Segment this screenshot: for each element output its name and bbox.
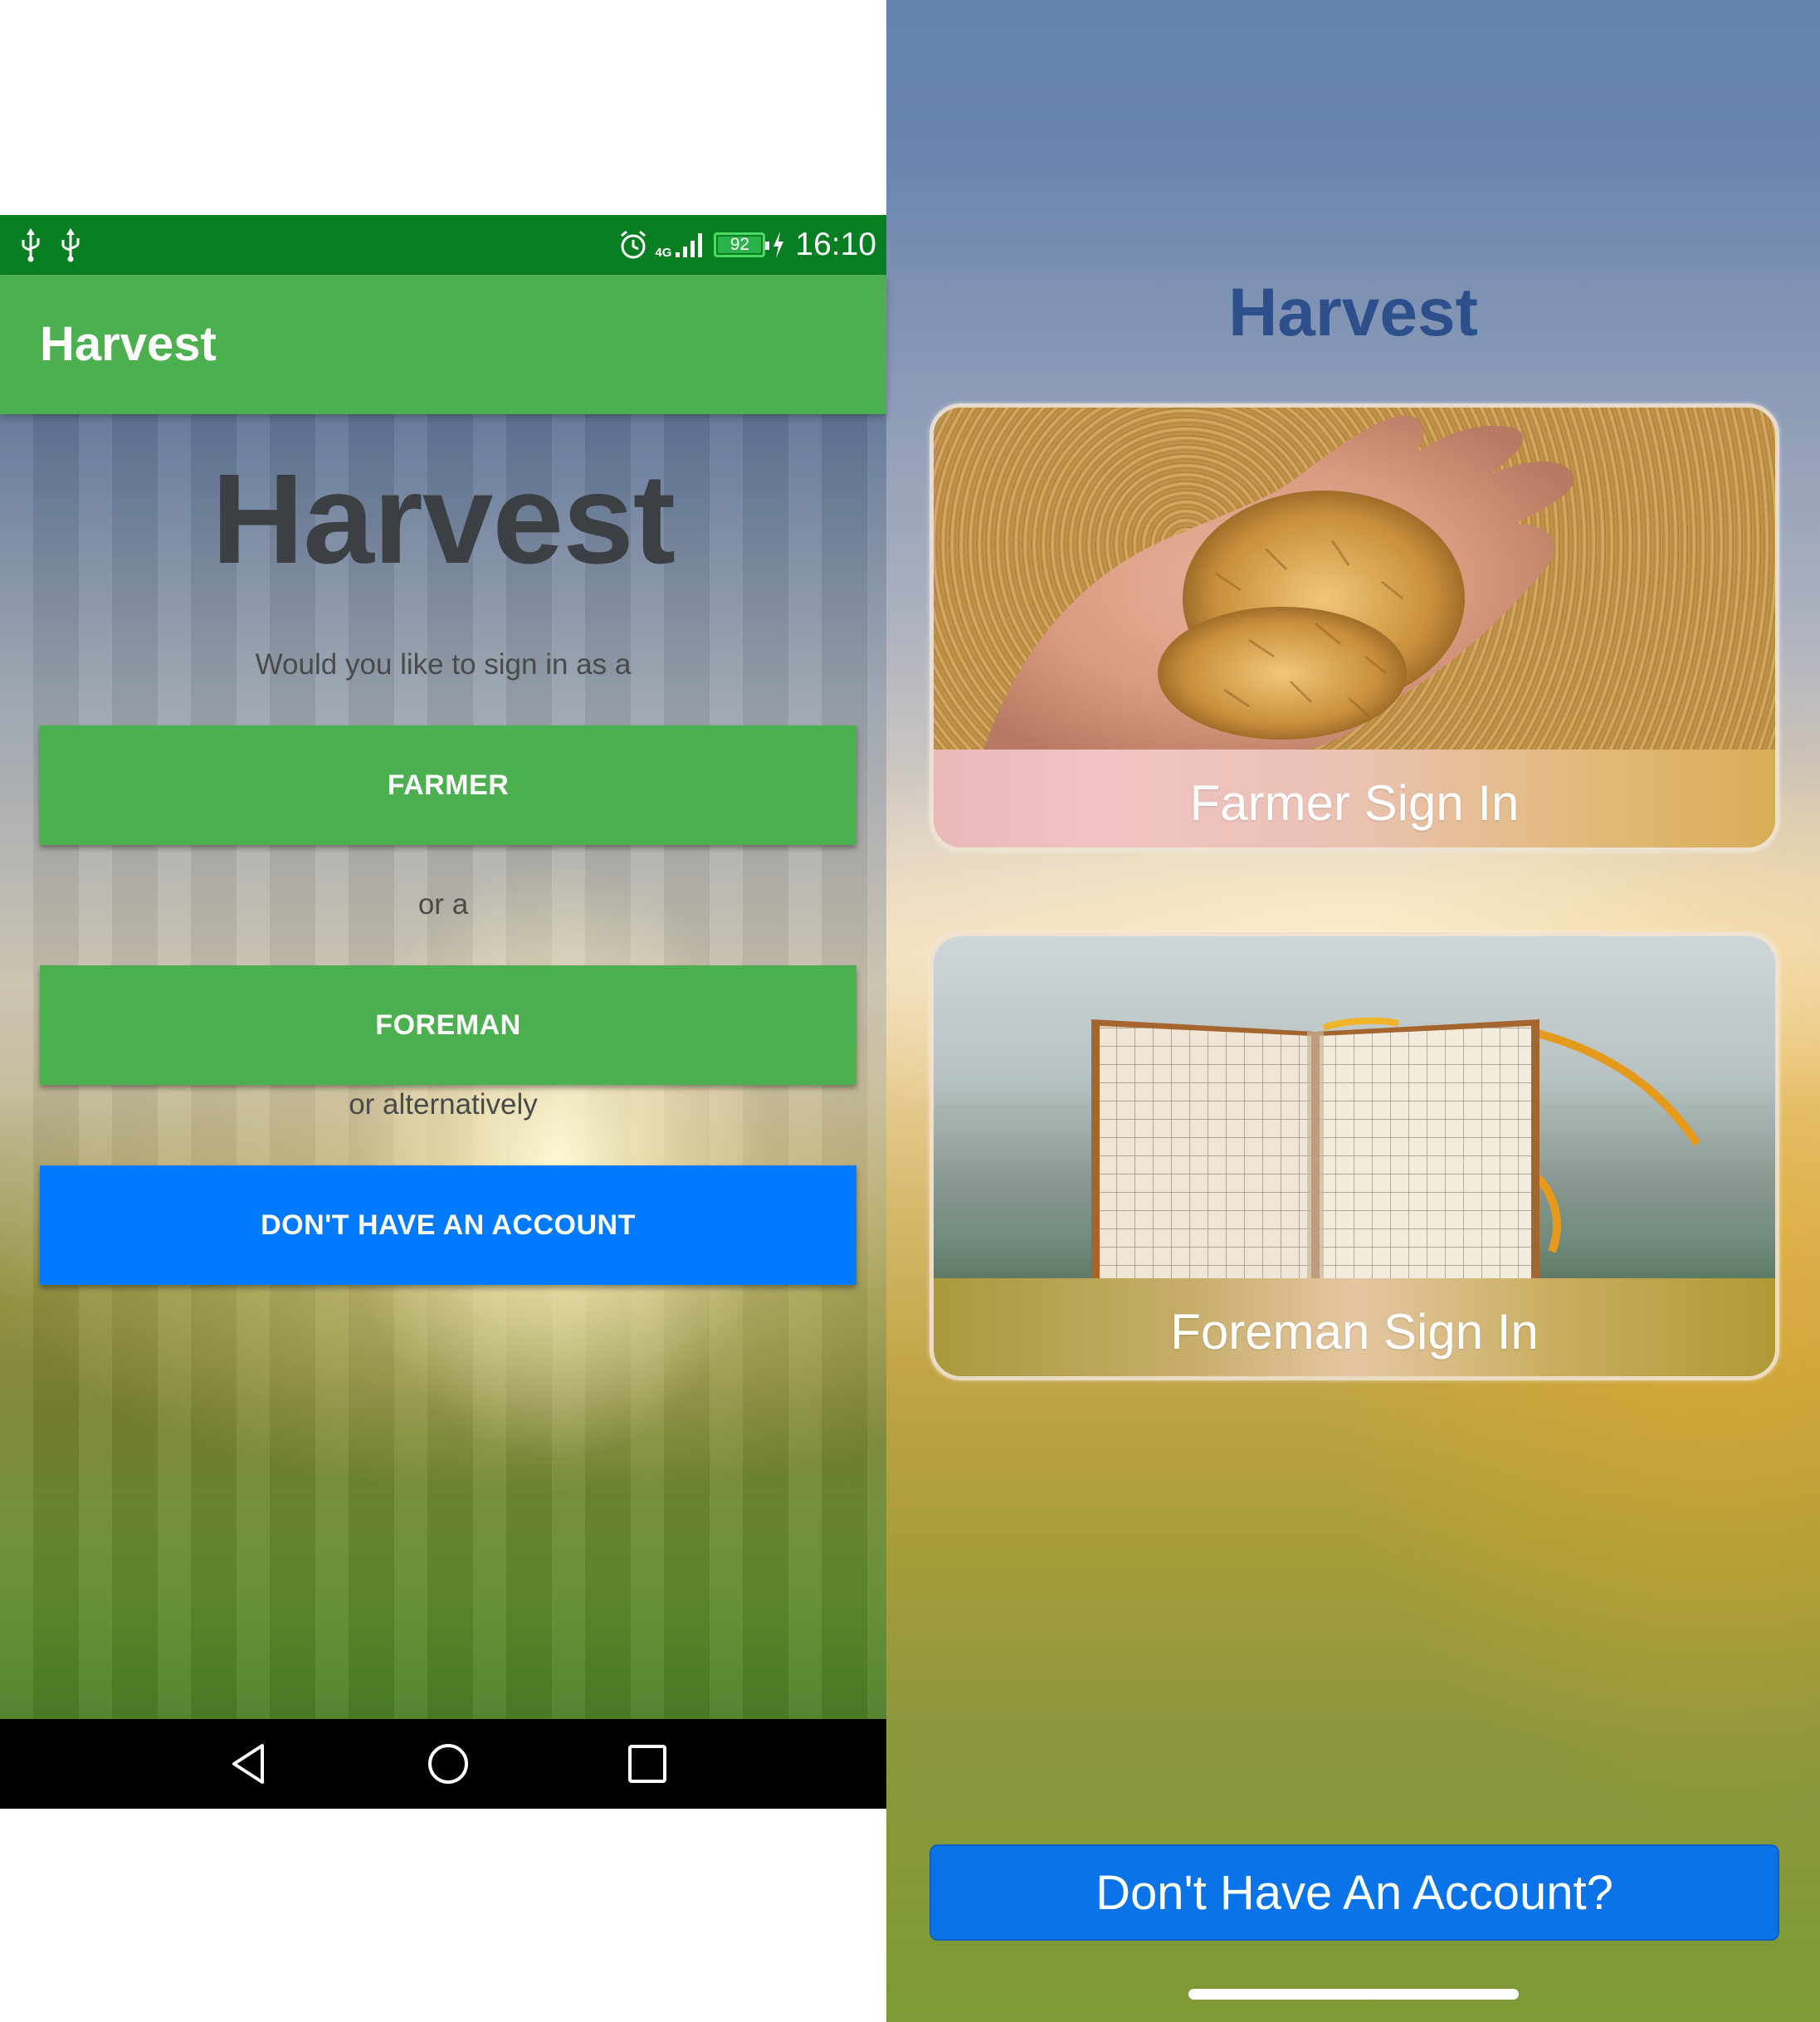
android-screen: 4G 92 16:10 Harvest Harvest Would you li… <box>0 0 886 2022</box>
android-login-content: Harvest Would you like to sign in as a F… <box>0 414 886 1719</box>
android-status-bar: 4G 92 16:10 <box>0 215 886 275</box>
ios-screen: Harvest Farmer Sign In Foreman Sign In D… <box>886 0 1820 2022</box>
ios-title: Harvest <box>1228 275 1478 350</box>
no-account-button[interactable]: DON'T HAVE AN ACCOUNT <box>40 1165 856 1285</box>
battery-icon: 92 <box>714 232 770 257</box>
foreman-sign-in-card[interactable]: Foreman Sign In <box>930 932 1779 1380</box>
sign-in-prompt: Would you like to sign in as a <box>255 648 632 681</box>
charging-icon <box>773 232 784 258</box>
farmer-sign-in-card[interactable]: Farmer Sign In <box>930 403 1779 852</box>
grain-photo <box>934 408 1775 750</box>
no-account-button[interactable]: Don't Have An Account? <box>930 1844 1779 1941</box>
alternative-text: or alternatively <box>349 1088 538 1121</box>
separator-text: or a <box>417 888 469 921</box>
network-type: 4G <box>655 246 672 260</box>
usb-icon <box>61 228 80 262</box>
hero-title: Harvest <box>211 447 676 590</box>
foreman-sign-in-label: Foreman Sign In <box>1170 1303 1539 1360</box>
comparison-stage: 4G 92 16:10 Harvest Harvest Would you li… <box>0 0 1820 2022</box>
alarm-icon <box>621 230 647 259</box>
foreman-label-bar: Foreman Sign In <box>934 1278 1775 1376</box>
status-time: 16:10 <box>795 227 876 262</box>
recents-icon[interactable] <box>626 1742 669 1785</box>
signal-icon: 4G <box>655 231 707 259</box>
status-indicators: 4G 92 16:10 <box>618 215 876 275</box>
hand-with-grain-image <box>983 415 1574 750</box>
android-app-bar: Harvest <box>0 275 886 414</box>
usb-icon <box>22 228 40 262</box>
foreman-button[interactable]: FOREMAN <box>40 965 856 1085</box>
home-icon[interactable] <box>427 1742 470 1785</box>
android-nav-bar <box>0 1719 886 1809</box>
back-icon[interactable] <box>227 1742 271 1785</box>
farmer-button[interactable]: FARMER <box>40 725 856 845</box>
farmer-sign-in-label: Farmer Sign In <box>1189 774 1520 831</box>
home-indicator[interactable] <box>1188 1989 1519 2000</box>
notebook-photo <box>934 936 1775 1278</box>
battery-level: 92 <box>729 235 750 254</box>
open-notebook-image <box>1091 1017 1701 1278</box>
app-bar-title: Harvest <box>40 317 217 371</box>
farmer-label-bar: Farmer Sign In <box>934 750 1775 847</box>
